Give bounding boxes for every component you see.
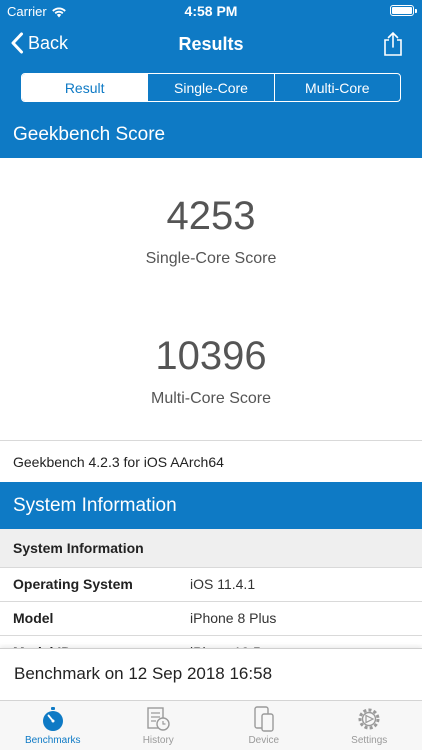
tab-label: Benchmarks <box>24 735 81 746</box>
multi-core-score-value: 10396 <box>155 334 267 378</box>
row-key: Model <box>13 610 54 626</box>
segment-result[interactable]: Result <box>22 74 148 101</box>
row-value: iPhone 8 Plus <box>190 610 277 626</box>
history-icon <box>147 707 170 731</box>
geekbench-score-header: Geekbench Score <box>0 112 422 158</box>
tab-label: Settings <box>351 735 388 746</box>
battery-fill <box>392 7 412 14</box>
page-title: Results <box>178 34 244 54</box>
table-row: Operating System iOS 11.4.1 <box>0 568 422 602</box>
benchmark-date-bar: Benchmark on 12 Sep 2018 16:58 <box>0 648 422 700</box>
table-row: Model iPhone 8 Plus <box>0 602 422 636</box>
gear-icon <box>358 708 380 730</box>
tab-benchmarks[interactable]: Benchmarks <box>0 701 106 750</box>
status-time: 4:58 PM <box>184 3 238 19</box>
battery-icon <box>390 5 417 16</box>
tab-label: Device <box>248 735 280 746</box>
tab-label: History <box>142 735 174 746</box>
single-core-score-label: Single-Core Score <box>145 250 277 267</box>
device-icon <box>254 706 274 732</box>
tab-bar: Benchmarks History Device Settings <box>0 700 422 750</box>
tab-settings[interactable]: Settings <box>317 701 422 750</box>
nav-bar: Back Results <box>0 22 422 66</box>
score-panel: 4253 Single-Core Score 10396 Multi-Core … <box>0 158 422 440</box>
single-core-score-value: 4253 <box>166 194 256 238</box>
multi-core-score-label: Multi-Core Score <box>150 390 272 407</box>
share-icon[interactable] <box>382 31 404 57</box>
segment-single-core[interactable]: Single-Core <box>147 74 273 101</box>
result-segmented-control: Result Single-Core Multi-Core <box>21 73 401 102</box>
row-value: iOS 11.4.1 <box>190 576 256 592</box>
segment-multi-core[interactable]: Multi-Core <box>273 74 400 101</box>
tab-history[interactable]: History <box>106 701 212 750</box>
version-text: Geekbench 4.2.3 for iOS AArch64 <box>0 440 422 482</box>
table-group-title: System Information <box>0 529 422 568</box>
stopwatch-icon <box>42 707 63 731</box>
segment-bar: Result Single-Core Multi-Core <box>0 66 422 112</box>
row-key: Operating System <box>13 576 133 592</box>
system-information-header: System Information <box>0 482 422 529</box>
tab-device[interactable]: Device <box>211 701 317 750</box>
status-bar: Carrier 4:58 PM <box>0 0 422 22</box>
